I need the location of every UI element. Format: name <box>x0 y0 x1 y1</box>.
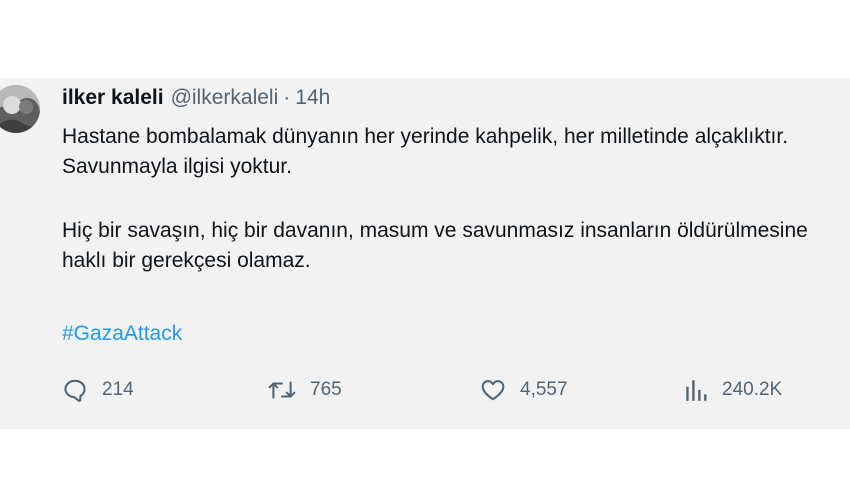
action-bar: 214 765 4,557 240.2K <box>62 375 822 405</box>
retweet-icon <box>268 377 296 403</box>
bar-chart-icon <box>684 377 708 403</box>
avatar-image <box>0 85 40 133</box>
separator-dot: · <box>283 86 291 109</box>
avatar[interactable] <box>0 85 40 133</box>
reply-button[interactable]: 214 <box>62 375 134 405</box>
tweet-paragraph-2: Hiç bir savaşın, hiç bir davanın, masum … <box>62 219 808 272</box>
heart-icon <box>480 377 506 403</box>
retweet-count: 765 <box>310 379 342 400</box>
views-button[interactable]: 240.2K <box>684 375 782 405</box>
timestamp[interactable]: 14h <box>295 86 330 110</box>
tweet-card[interactable]: ilker kaleli @ilkerkaleli · 14h Hastane … <box>0 78 850 429</box>
like-button[interactable]: 4,557 <box>480 375 568 405</box>
user-handle[interactable]: @ilkerkaleli <box>171 86 279 110</box>
hashtag-link[interactable]: #GazaAttack <box>62 322 182 346</box>
views-count: 240.2K <box>722 379 783 400</box>
tweet-header: ilker kaleli @ilkerkaleli · 14h <box>62 86 330 116</box>
display-name[interactable]: ilker kaleli <box>62 86 164 110</box>
like-count: 4,557 <box>520 379 568 400</box>
tweet-text: Hastane bombalamak dünyanın her yerinde … <box>62 122 847 276</box>
tweet-paragraph-1: Hastane bombalamak dünyanın her yerinde … <box>62 125 789 178</box>
reply-count: 214 <box>102 379 134 400</box>
retweet-button[interactable]: 765 <box>268 375 342 405</box>
reply-icon <box>62 377 88 403</box>
